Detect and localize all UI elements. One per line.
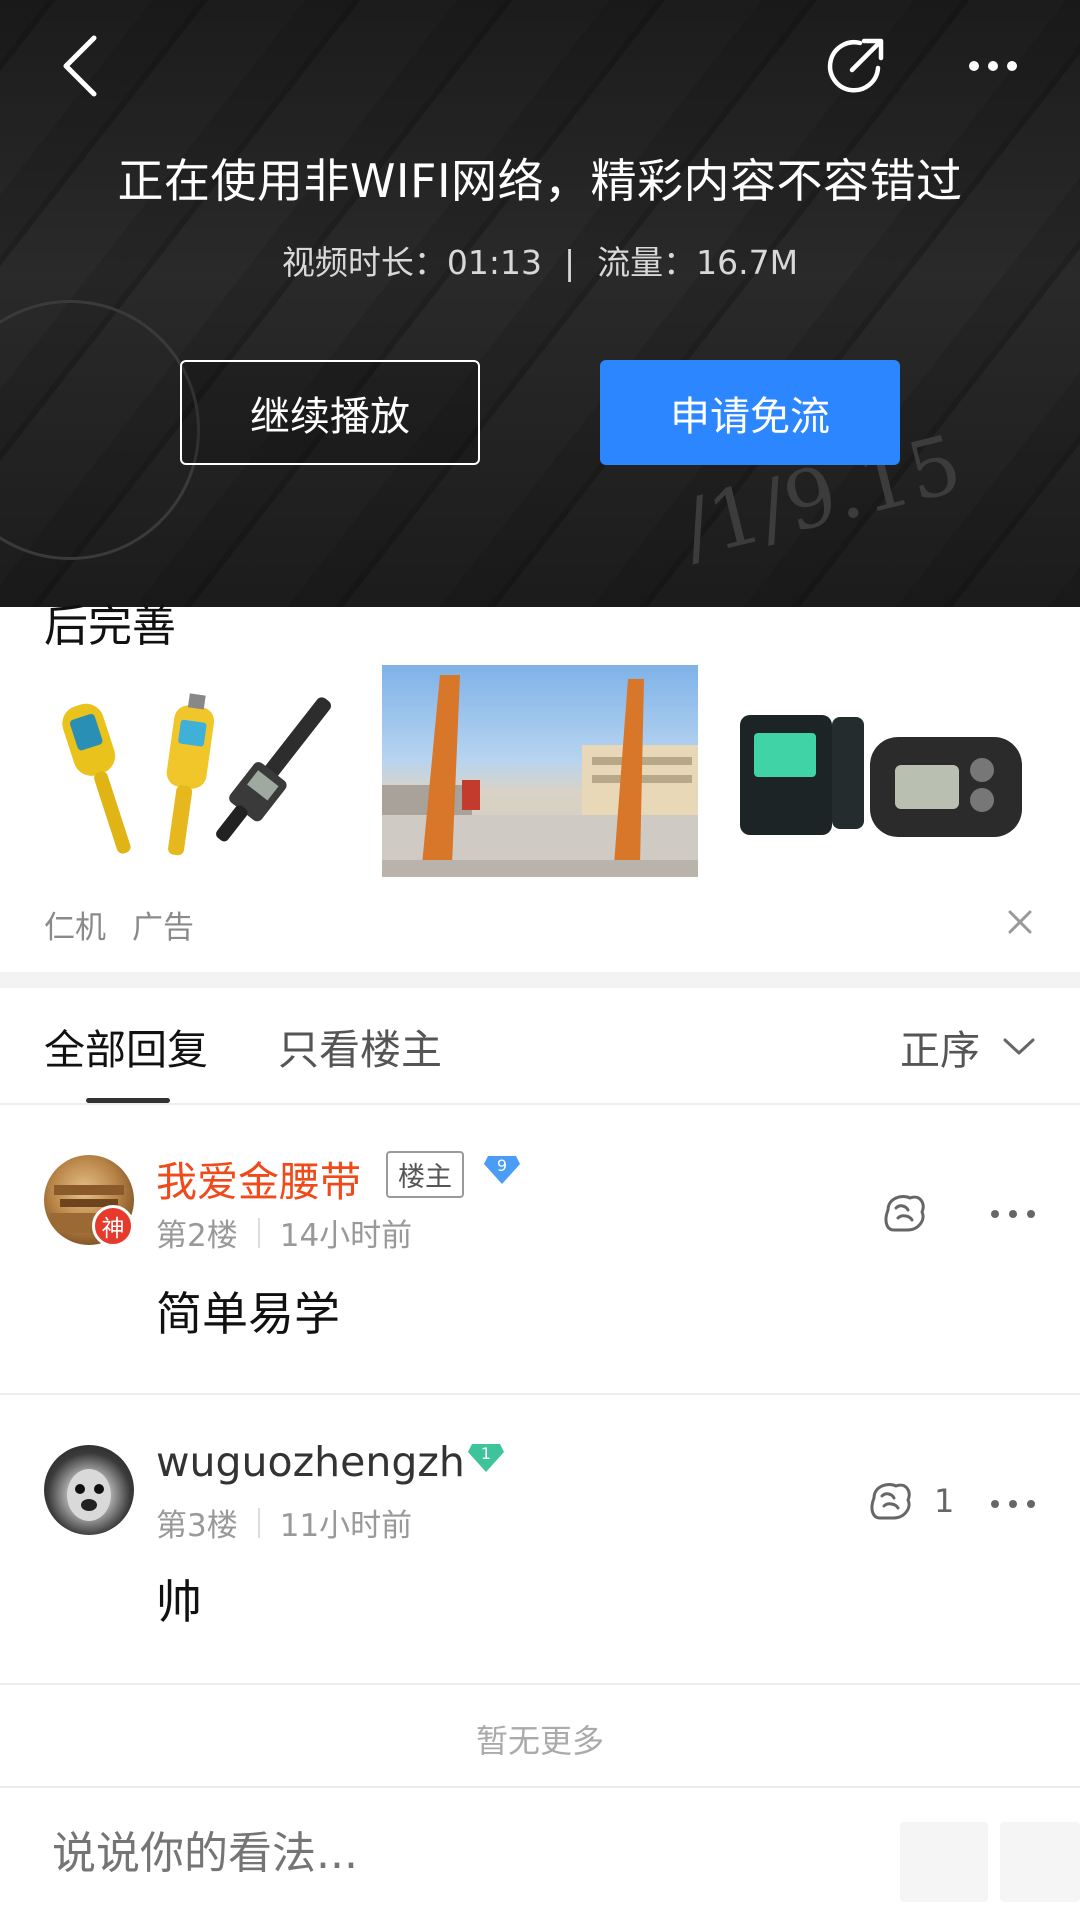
ad-images[interactable]: [44, 665, 1034, 877]
ad-image-handheld-detectors[interactable]: [44, 665, 360, 877]
tab-all-replies[interactable]: 全部回复: [44, 1016, 208, 1076]
section-divider: [0, 972, 1080, 988]
ad-close-button[interactable]: [1000, 902, 1040, 942]
avatar-image: [67, 1469, 111, 1521]
like-button[interactable]: [880, 1190, 944, 1236]
input-action-slot[interactable]: [900, 1822, 988, 1902]
video-duration: 视频时长：01:13: [281, 243, 543, 282]
comment-username[interactable]: wuguozhengzh: [156, 1438, 465, 1486]
video-background-decor: [0, 300, 200, 560]
ad-headline: 后完善: [44, 601, 176, 652]
tab-owner-only[interactable]: 只看楼主: [278, 1016, 442, 1076]
chevron-down-icon: [1003, 1038, 1035, 1055]
level-diamond-icon: 9: [484, 1156, 520, 1184]
ad-label: 广告: [132, 910, 194, 946]
sort-order-label: 正序: [900, 1028, 980, 1074]
comment-floor-time: 第3楼 11小时前: [156, 1500, 412, 1545]
like-button[interactable]: 1: [866, 1478, 954, 1524]
back-button[interactable]: [50, 28, 110, 104]
close-icon: [1008, 910, 1032, 934]
comment-input[interactable]: [52, 1828, 872, 1879]
portal-monitor-image: [382, 675, 698, 877]
avatar[interactable]: [44, 1445, 134, 1535]
more-options-button[interactable]: [960, 40, 1026, 92]
comment-more-icon[interactable]: [988, 1494, 1038, 1514]
like-count: 1: [934, 1482, 955, 1520]
back-arrow-icon: [63, 35, 97, 97]
comment-content: 简单易学: [156, 1287, 340, 1341]
app-screen: /1/9.15 正在使用非WIFI网络，精彩内容不容错过 视频时长：01:13 |…: [0, 0, 1080, 1920]
comment-input-bar: [0, 1786, 1080, 1920]
network-warning-title: 正在使用非WIFI网络，精彩内容不容错过: [117, 154, 963, 208]
continue-play-button[interactable]: 继续播放: [180, 360, 480, 465]
dosimeter-image: [740, 715, 1022, 837]
ad-source: 仁机: [44, 910, 106, 946]
comment-floor-time: 第2楼 14小时前: [156, 1210, 412, 1255]
more-dots-icon: [969, 61, 1017, 71]
comment-more-icon[interactable]: [988, 1204, 1038, 1224]
share-button[interactable]: [820, 30, 892, 102]
comment-username[interactable]: 我爱金腰带: [156, 1148, 361, 1208]
comment-time: 11小时前: [279, 1508, 413, 1544]
tabs-bottom-divider: [0, 1103, 1080, 1105]
sort-order-dropdown[interactable]: 正序: [900, 1018, 1036, 1076]
floor-separator: [257, 1507, 260, 1538]
input-action-slot[interactable]: [1000, 1822, 1080, 1902]
comment-divider: [0, 1683, 1080, 1685]
video-player[interactable]: /1/9.15 正在使用非WIFI网络，精彩内容不容错过 视频时长：01:13 |…: [0, 0, 1080, 607]
owner-tag: 楼主: [386, 1151, 464, 1198]
floor-number: 第2楼: [156, 1218, 238, 1254]
level-diamond-icon: 1: [468, 1444, 504, 1472]
share-icon: [827, 38, 884, 93]
comment-time: 14小时前: [279, 1218, 413, 1254]
ad-image-dosimeters[interactable]: [720, 665, 1034, 877]
comment-content: 帅: [156, 1575, 202, 1629]
no-more-label: 暂无更多: [475, 1722, 604, 1760]
like-hand-icon: [870, 1483, 911, 1520]
floor-number: 第3楼: [156, 1508, 238, 1544]
ad-meta: 仁机 广告: [44, 902, 194, 947]
god-badge: 神: [92, 1205, 134, 1247]
like-hand-icon: [884, 1195, 925, 1232]
level-number: 9: [497, 1156, 507, 1175]
floor-separator: [257, 1217, 260, 1248]
apply-free-data-button[interactable]: 申请免流: [600, 360, 900, 465]
video-info: 视频时长：01:13 | 流量：16.7M: [0, 236, 1080, 284]
comment-divider: [0, 1393, 1080, 1395]
info-separator: |: [564, 243, 576, 282]
video-traffic: 流量：16.7M: [597, 243, 799, 282]
level-number: 1: [481, 1444, 491, 1463]
ad-image-portal-monitor[interactable]: [382, 665, 698, 877]
handheld-detector-image: [62, 693, 331, 856]
